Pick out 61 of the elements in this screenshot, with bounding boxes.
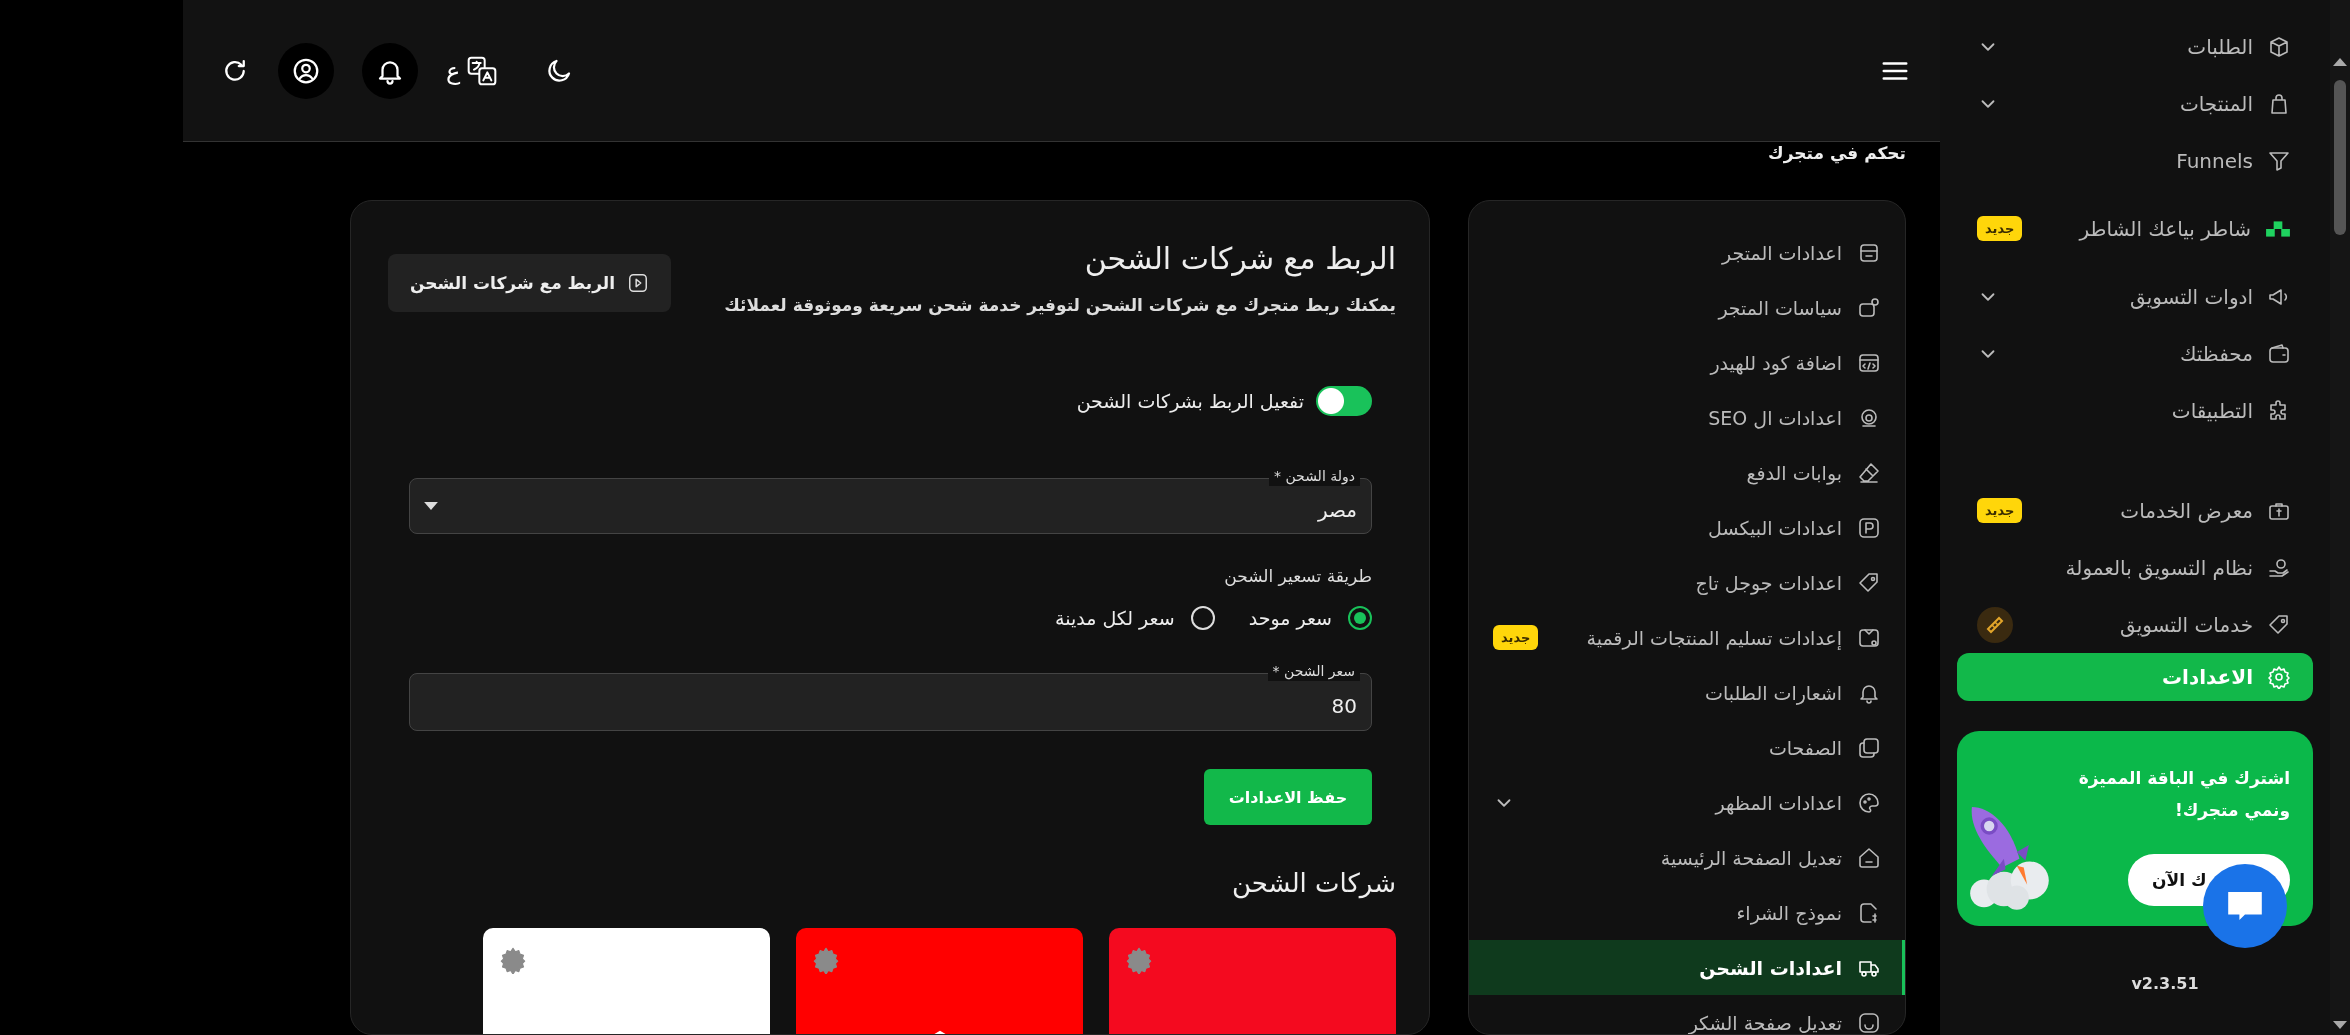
settings-icon xyxy=(2267,665,2291,689)
settings-menu-item[interactable]: اعدادات المتجر xyxy=(1469,225,1905,280)
settings-menu-item[interactable]: بوابات الدفع xyxy=(1469,445,1905,500)
settings-menu-item[interactable]: سياسات المتجر xyxy=(1469,280,1905,335)
settings-menu-item[interactable]: اعدادات البيكسل xyxy=(1469,500,1905,555)
sidebar-item[interactable]: التطبيقات xyxy=(1957,382,2313,439)
chat-icon xyxy=(2228,892,2262,920)
settings-menu-item[interactable]: اعدادات ال SEO xyxy=(1469,390,1905,445)
video-button[interactable]: الربط مع شركات الشحن xyxy=(388,254,671,312)
tag-icon xyxy=(1857,570,1881,595)
settings-menu-item[interactable]: إعدادات تسليم المنتجات الرقمية جديد xyxy=(1469,610,1905,665)
new-badge: جديد xyxy=(1977,216,2023,241)
toggle-label: تفعيل الربط بشركات الشحن xyxy=(1076,390,1304,412)
page-description: يمكنك ربط متجرك مع شركات الشحن لتوفير خدمة شحن سريعة وموثوقة لعملائك xyxy=(724,295,1396,315)
sidebar-item[interactable]: المنتجات xyxy=(1957,75,2313,132)
new-badge: جديد xyxy=(1977,498,2023,523)
sidebar-item[interactable]: نظام التسويق بالعمولة xyxy=(1957,539,2313,596)
sidebar-item[interactable]: Funnels xyxy=(1957,132,2313,189)
sidebar-item[interactable]: ادوات التسويق xyxy=(1957,268,2313,325)
wallet-icon xyxy=(2267,341,2291,366)
palette-icon xyxy=(1857,790,1881,815)
ticket-icon xyxy=(1977,606,2013,643)
tag-icon xyxy=(2267,612,2291,637)
translate-icon xyxy=(466,54,499,87)
version-label: v2.3.51 xyxy=(2130,974,2200,993)
promo-text: اشترك في الباقة المميزة ونمي متجرك! xyxy=(2077,767,2290,823)
sidebar-item[interactable]: خدمات التسويق xyxy=(1957,596,2313,653)
section-heading: شركات الشحن xyxy=(1230,867,1396,901)
settings-menu-item[interactable]: تعديل صفحة الشكر xyxy=(1469,995,1905,1034)
scrollbar[interactable] xyxy=(2330,0,2350,1035)
settings-menu-item[interactable]: تعديل الصفحة الرئيسية xyxy=(1469,830,1905,885)
pixel-icon xyxy=(1857,515,1881,540)
settings-menu-item[interactable]: الصفحات xyxy=(1469,720,1905,775)
radio-label: سعر موحد xyxy=(1248,607,1332,629)
settings-menu-item[interactable]: اعدادات المظهر xyxy=(1469,775,1905,830)
sidebar-item[interactable]: شاطر بياعك الشاطر جديد xyxy=(1957,200,2313,257)
new-badge: جديد xyxy=(1493,625,1539,650)
document-icon xyxy=(1857,295,1881,320)
radio-label: سعر لكل مدينة xyxy=(1055,607,1175,629)
settings-menu-item[interactable]: اضافة كود للهيدر xyxy=(1469,335,1905,390)
settings-menu-item[interactable]: اعدادات الشحن xyxy=(1469,940,1905,995)
eraser-icon xyxy=(1857,460,1881,485)
field-label: طريقة تسعير الشحن xyxy=(1223,565,1372,588)
pages-icon xyxy=(1857,735,1881,760)
toggle-switch[interactable] xyxy=(1316,386,1372,416)
settings-menu-item[interactable]: اشعارات الطلبات xyxy=(1469,665,1905,720)
settings-menu-item[interactable]: اعدادات جوجل تاج xyxy=(1469,555,1905,610)
sidebar-item[interactable]: الطلبات xyxy=(1957,18,2313,75)
sidebar-item[interactable]: محفظتك xyxy=(1957,325,2313,382)
settings-icon[interactable] xyxy=(499,946,527,974)
play-icon xyxy=(627,272,649,294)
page-title: الربط مع شركات الشحن xyxy=(1083,240,1396,279)
settings-menu-item[interactable]: نموذج الشراء xyxy=(1469,885,1905,940)
section-heading: تحكم في متجرك xyxy=(1767,142,1906,163)
radio-button[interactable] xyxy=(1348,606,1372,630)
language-button[interactable]: ع xyxy=(446,54,499,87)
smile-icon xyxy=(1857,1010,1881,1034)
sidebar-item[interactable]: معرض الخدمات جديد xyxy=(1957,482,2313,539)
caret-icon xyxy=(424,502,438,510)
box-icon xyxy=(2267,34,2291,59)
home-icon xyxy=(1857,845,1881,870)
